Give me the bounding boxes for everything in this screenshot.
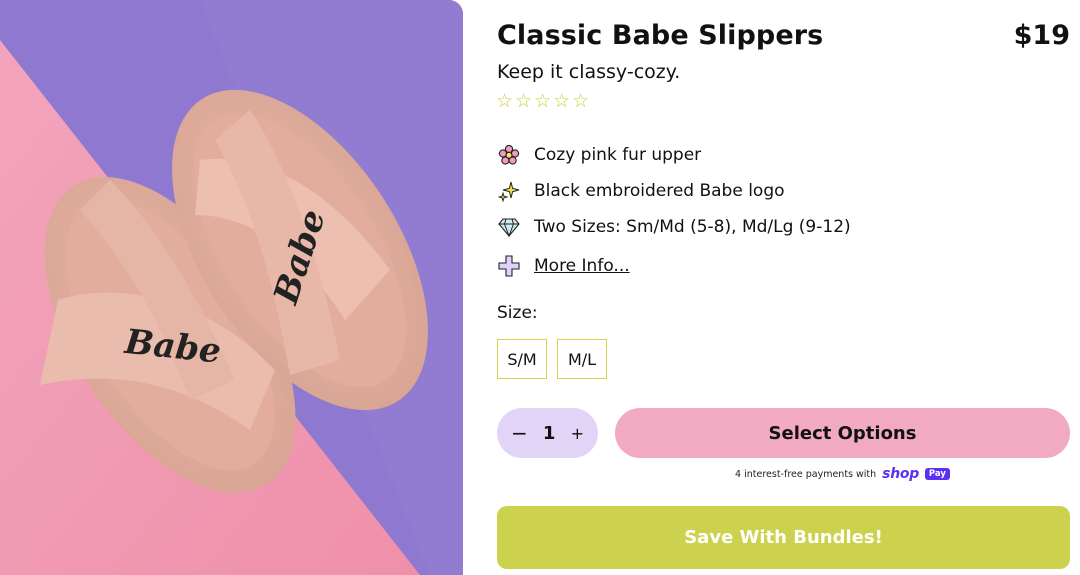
feature-item: Two Sizes: Sm/Md (5-8), Md/Lg (9-12) xyxy=(497,209,851,245)
select-options-button[interactable]: Select Options xyxy=(615,408,1070,458)
save-with-bundles-button[interactable]: Save With Bundles! xyxy=(497,506,1070,569)
feature-label: Two Sizes: Sm/Md (5-8), Md/Lg (9-12) xyxy=(534,217,851,237)
feature-label: Cozy pink fur upper xyxy=(534,145,702,165)
diamond-icon xyxy=(497,215,521,239)
size-option-sm[interactable]: S/M xyxy=(497,339,547,379)
product-subtitle: Keep it classy-cozy. xyxy=(497,61,681,83)
feature-item: Black embroidered Babe logo xyxy=(497,173,851,209)
feature-item: Cozy pink fur upper xyxy=(497,137,851,173)
feature-label: Black embroidered Babe logo xyxy=(534,181,785,201)
sparkles-icon xyxy=(497,179,521,203)
shoppay-text: 4 interest-free payments with xyxy=(735,468,877,480)
size-option-ml[interactable]: M/L xyxy=(557,339,607,379)
product-price: $19 xyxy=(1013,20,1070,51)
shoppay-logo: shop xyxy=(882,466,919,482)
product-title: Classic Babe Slippers xyxy=(497,20,824,51)
feature-list: Cozy pink fur upper Black embroidered Ba… xyxy=(497,137,851,284)
quantity-value[interactable]: 1 xyxy=(543,423,556,444)
shoppay-installments[interactable]: 4 interest-free payments with shop Pay xyxy=(615,466,1070,482)
shoppay-badge: Pay xyxy=(924,468,950,480)
product-image: Babe Babe xyxy=(0,0,463,575)
quantity-stepper: − 1 + xyxy=(497,408,598,458)
more-info-label[interactable]: More Info... xyxy=(534,256,630,276)
flower-icon xyxy=(497,143,521,167)
quantity-decrease-button[interactable]: − xyxy=(511,421,528,445)
more-info-link[interactable]: More Info... xyxy=(497,248,851,284)
rating-stars[interactable]: ☆☆☆☆☆ xyxy=(496,90,591,112)
plus-icon xyxy=(497,254,521,278)
size-options: S/M M/L xyxy=(497,339,607,379)
quantity-increase-button[interactable]: + xyxy=(571,424,584,443)
size-label: Size: xyxy=(497,303,538,323)
